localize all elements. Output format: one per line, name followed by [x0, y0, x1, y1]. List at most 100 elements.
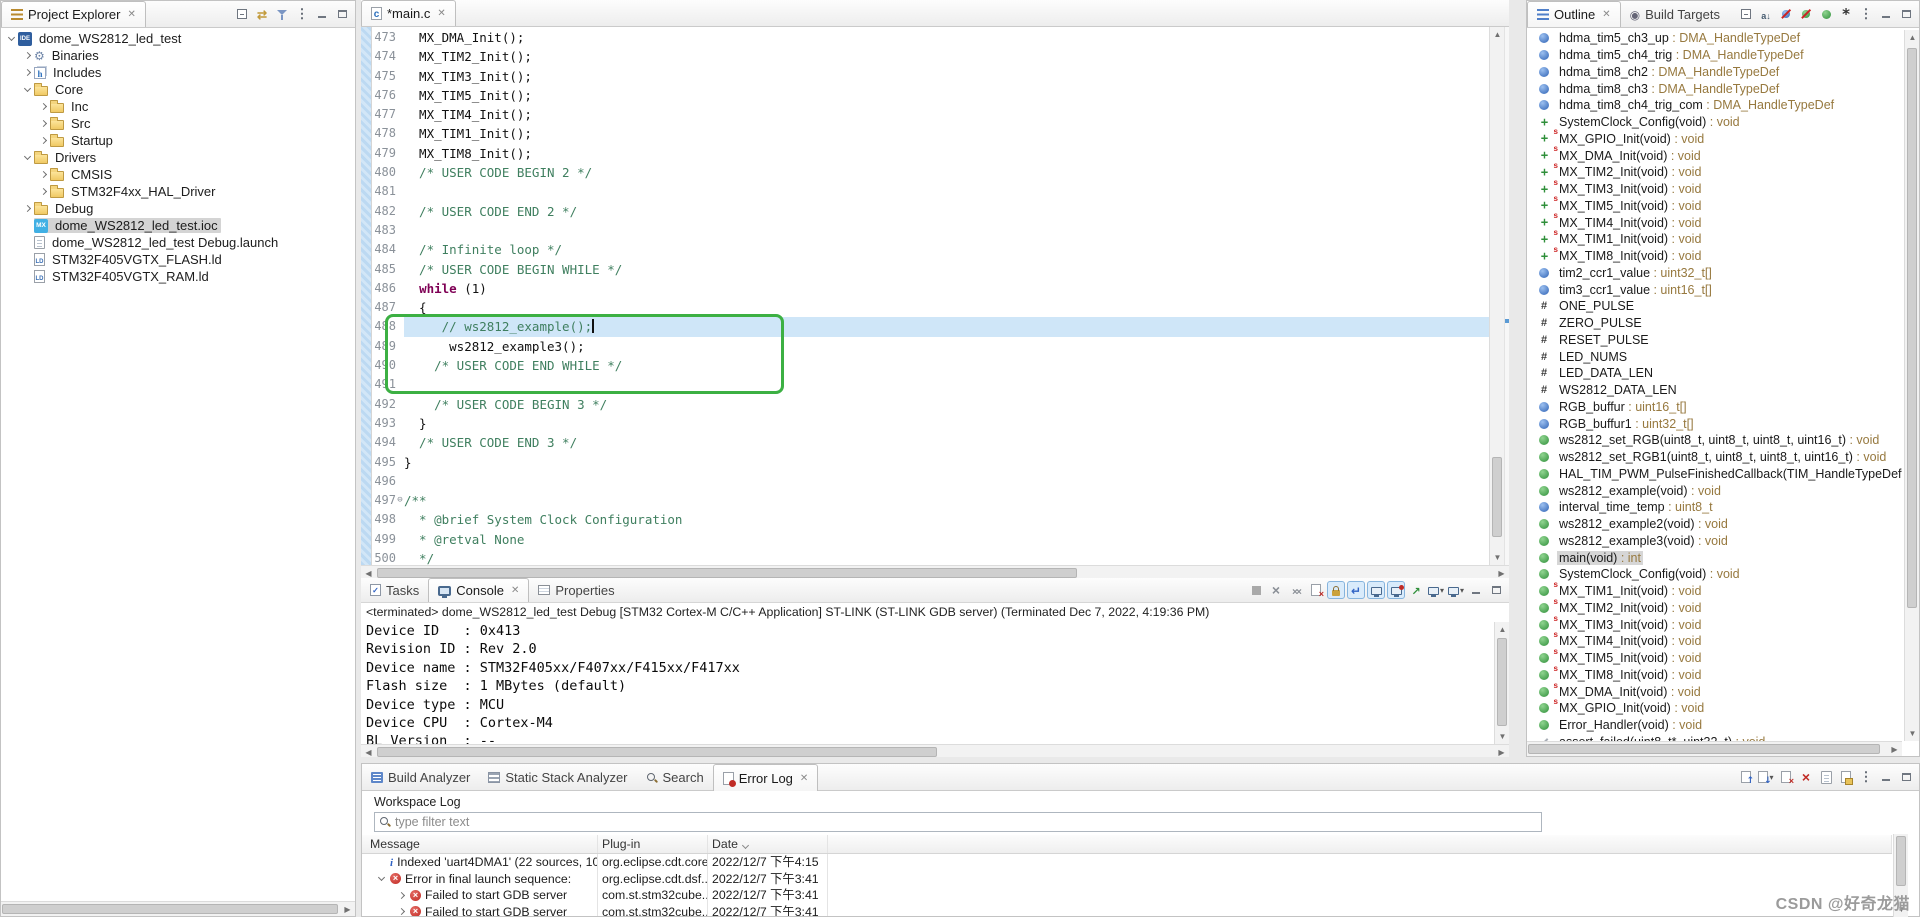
tree-item-stm32f4xx-hal-driver[interactable]: STM32F4xx_HAL_Driver — [1, 183, 355, 200]
log-row[interactable]: Indexed 'uart4DMA1' (22 sources, 10org.e… — [362, 854, 1892, 871]
code-line-498[interactable]: 498 * @brief System Clock Configuration — [372, 510, 1489, 529]
scroll-lock-icon[interactable] — [1327, 581, 1345, 599]
scroll-right-arrow[interactable]: ▶ — [340, 902, 355, 917]
outline-item-systemclock-config-void-[interactable]: SystemClock_Config(void) : void — [1527, 566, 1902, 583]
outline-item-hdma-tim5-ch4-trig[interactable]: hdma_tim5_ch4_trig : DMA_HandleTypeDef — [1527, 47, 1902, 64]
sash-vertical[interactable] — [1509, 0, 1526, 763]
close-icon[interactable]: ✕ — [127, 9, 135, 20]
outline-item-led-nums[interactable]: LED_NUMS — [1527, 348, 1902, 365]
view-menu-icon[interactable] — [1857, 5, 1875, 23]
outline-item-ws2812-data-len[interactable]: WS2812_DATA_LEN — [1527, 382, 1902, 399]
scrollbar-thumb[interactable] — [1896, 836, 1906, 886]
outline-item-mx-tim3-init-void-[interactable]: sMX_TIM3_Init(void) : void — [1527, 181, 1902, 198]
close-icon[interactable]: ✕ — [511, 585, 519, 596]
close-icon[interactable]: ✕ — [1602, 9, 1610, 20]
tab-tasks[interactable]: Tasks — [361, 578, 428, 602]
expander-icon[interactable] — [24, 69, 31, 76]
outline-item-hal-tim-pwm-pulsefinishedcallback-tim-handletypedef-[interactable]: HAL_TIM_PWM_PulseFinishedCallback(TIM_Ha… — [1527, 466, 1902, 483]
code-line-484[interactable]: 484 /* Infinite loop */ — [372, 240, 1489, 259]
outline-item-ws2812-example2-void-[interactable]: ws2812_example2(void) : void — [1527, 516, 1902, 533]
tab-outline[interactable]: Outline✕ — [1527, 1, 1621, 27]
code-line-500[interactable]: 500 */ — [372, 549, 1489, 565]
outline-hscrollbar[interactable]: ▶ — [1527, 741, 1902, 756]
code-line-483[interactable]: 483 — [372, 221, 1489, 240]
outline-item-mx-dma-init-void-[interactable]: sMX_DMA_Init(void) : void — [1527, 683, 1902, 700]
tree-item-dome-ws2812-led-test[interactable]: dome_WS2812_led_test — [1, 30, 355, 47]
open-console-icon[interactable]: ▾ — [1447, 581, 1465, 599]
code-line-495[interactable]: 495} — [372, 453, 1489, 472]
fold-icon[interactable]: ⊖ — [396, 491, 404, 510]
scrollbar-thumb[interactable] — [1497, 638, 1507, 726]
scrollbar-thumb[interactable] — [1492, 457, 1502, 537]
minimize-icon[interactable] — [1877, 768, 1895, 786]
code-line-479[interactable]: 479 MX_TIM8_Init(); — [372, 144, 1489, 163]
outline-item-ws2812-example-void-[interactable]: ws2812_example(void) : void — [1527, 482, 1902, 499]
outline-item-hdma-tim8-ch4-trig-com[interactable]: hdma_tim8_ch4_trig_com : DMA_HandleTypeD… — [1527, 97, 1902, 114]
scrollbar-thumb[interactable] — [1528, 744, 1880, 754]
show-stdout-icon[interactable] — [1367, 581, 1385, 599]
outline-item-interval-time-temp[interactable]: interval_time_temp : uint8_t — [1527, 499, 1902, 516]
expander-icon[interactable] — [24, 153, 31, 160]
outline-item-hdma-tim8-ch2[interactable]: hdma_tim8_ch2 : DMA_HandleTypeDef — [1527, 64, 1902, 81]
hide-fields-icon[interactable] — [1777, 5, 1795, 23]
collapse-all-icon[interactable] — [233, 5, 251, 23]
expander-icon[interactable] — [40, 120, 47, 127]
expander-icon[interactable] — [398, 908, 405, 915]
outline-item-tim3-ccr1-value[interactable]: tim3_ccr1_value : uint16_t[] — [1527, 281, 1902, 298]
log-row[interactable]: Failed to start GDB servercom.st.stm32cu… — [362, 887, 1892, 904]
filter-icon[interactable] — [273, 5, 291, 23]
outline-vscrollbar[interactable]: ▲ ▼ — [1904, 30, 1919, 741]
close-icon[interactable]: ✕ — [800, 773, 808, 784]
outline-item-error-handler-void-[interactable]: Error_Handler(void) : void — [1527, 717, 1902, 734]
close-icon[interactable]: ✕ — [437, 8, 445, 19]
hide-static-icon[interactable] — [1797, 5, 1815, 23]
minimize-icon[interactable] — [1877, 5, 1895, 23]
tree-item-src[interactable]: Src — [1, 115, 355, 132]
tab-build-targets[interactable]: Build Targets — [1621, 1, 1729, 27]
scroll-right-arrow[interactable]: ▶ — [1887, 742, 1902, 757]
delete-log-icon[interactable] — [1797, 768, 1815, 786]
tree-item-cmsis[interactable]: CMSIS — [1, 166, 355, 183]
tree-item-core[interactable]: Core — [1, 81, 355, 98]
tree-item-dome-ws2812-led-test-debug-launch[interactable]: dome_WS2812_led_test Debug.launch — [1, 234, 355, 251]
code-line-485[interactable]: 485 /* USER CODE BEGIN WHILE */ — [372, 260, 1489, 279]
pin-console-icon[interactable] — [1407, 581, 1425, 599]
editor-vscrollbar[interactable]: ▲ ▼ — [1489, 27, 1504, 565]
tab-project-explorer[interactable]: Project Explorer ✕ — [1, 1, 146, 27]
code-line-480[interactable]: 480 /* USER CODE BEGIN 2 */ — [372, 163, 1489, 182]
console-vscrollbar[interactable]: ▲ ▼ — [1494, 622, 1509, 744]
console-output[interactable]: Device ID : 0x413Revision ID : Rev 2.0De… — [361, 622, 1494, 744]
outline-item-hdma-tim5-ch3-up[interactable]: hdma_tim5_ch3_up : DMA_HandleTypeDef — [1527, 30, 1902, 47]
tab-search[interactable]: Search — [637, 764, 713, 791]
tree-item-debug[interactable]: Debug — [1, 200, 355, 217]
outline-item-rgb-buffur1[interactable]: RGB_buffur1 : uint32_t[] — [1527, 415, 1902, 432]
outline-item-assert-failed-uint8-t-uint32-t-[interactable]: assert_failed(uint8_t*, uint32_t) : void — [1527, 734, 1902, 742]
outline-item-zero-pulse[interactable]: ZERO_PULSE — [1527, 315, 1902, 332]
outline-item-ws2812-set-rgb1-uint8-t-uint8-t-uint8-t-uint16-t-[interactable]: ws2812_set_RGB1(uint8_t, uint8_t, uint8_… — [1527, 449, 1902, 466]
expander-icon[interactable] — [24, 85, 31, 92]
open-log-icon[interactable] — [1817, 768, 1835, 786]
stop-icon[interactable] — [1247, 581, 1265, 599]
expander-icon[interactable] — [8, 34, 15, 41]
collapse-all-icon[interactable] — [1737, 5, 1755, 23]
column-message[interactable]: Message — [362, 835, 598, 853]
hide-inactive-icon[interactable] — [1837, 5, 1855, 23]
outline-item-mx-tim8-init-void-[interactable]: sMX_TIM8_Init(void) : void — [1527, 248, 1902, 265]
scroll-down-arrow[interactable]: ▼ — [1905, 726, 1920, 741]
outline-item-ws2812-example3-void-[interactable]: ws2812_example3(void) : void — [1527, 533, 1902, 550]
outline-item-mx-tim1-init-void-[interactable]: sMX_TIM1_Init(void) : void — [1527, 583, 1902, 600]
log-row[interactable]: Failed to start GDB servercom.st.stm32cu… — [362, 904, 1892, 917]
tree-item-includes[interactable]: Includes — [1, 64, 355, 81]
code-line-476[interactable]: 476 MX_TIM5_Init(); — [372, 86, 1489, 105]
maximize-icon[interactable] — [1897, 768, 1915, 786]
outline-item-mx-tim3-init-void-[interactable]: sMX_TIM3_Init(void) : void — [1527, 616, 1902, 633]
code-line-473[interactable]: 473 MX_DMA_Init(); — [372, 28, 1489, 47]
outline-item-mx-tim4-init-void-[interactable]: sMX_TIM4_Init(void) : void — [1527, 214, 1902, 231]
code-line-496[interactable]: 496 — [372, 472, 1489, 491]
word-wrap-icon[interactable] — [1347, 581, 1365, 599]
import-log-icon[interactable]: ▾ — [1757, 768, 1775, 786]
outline-item-systemclock-config-void-[interactable]: SystemClock_Config(void) : void — [1527, 114, 1902, 131]
scroll-up-arrow[interactable]: ▲ — [1490, 27, 1505, 42]
tree-item-drivers[interactable]: Drivers — [1, 149, 355, 166]
log-row[interactable]: Error in final launch sequence:org.eclip… — [362, 871, 1892, 888]
